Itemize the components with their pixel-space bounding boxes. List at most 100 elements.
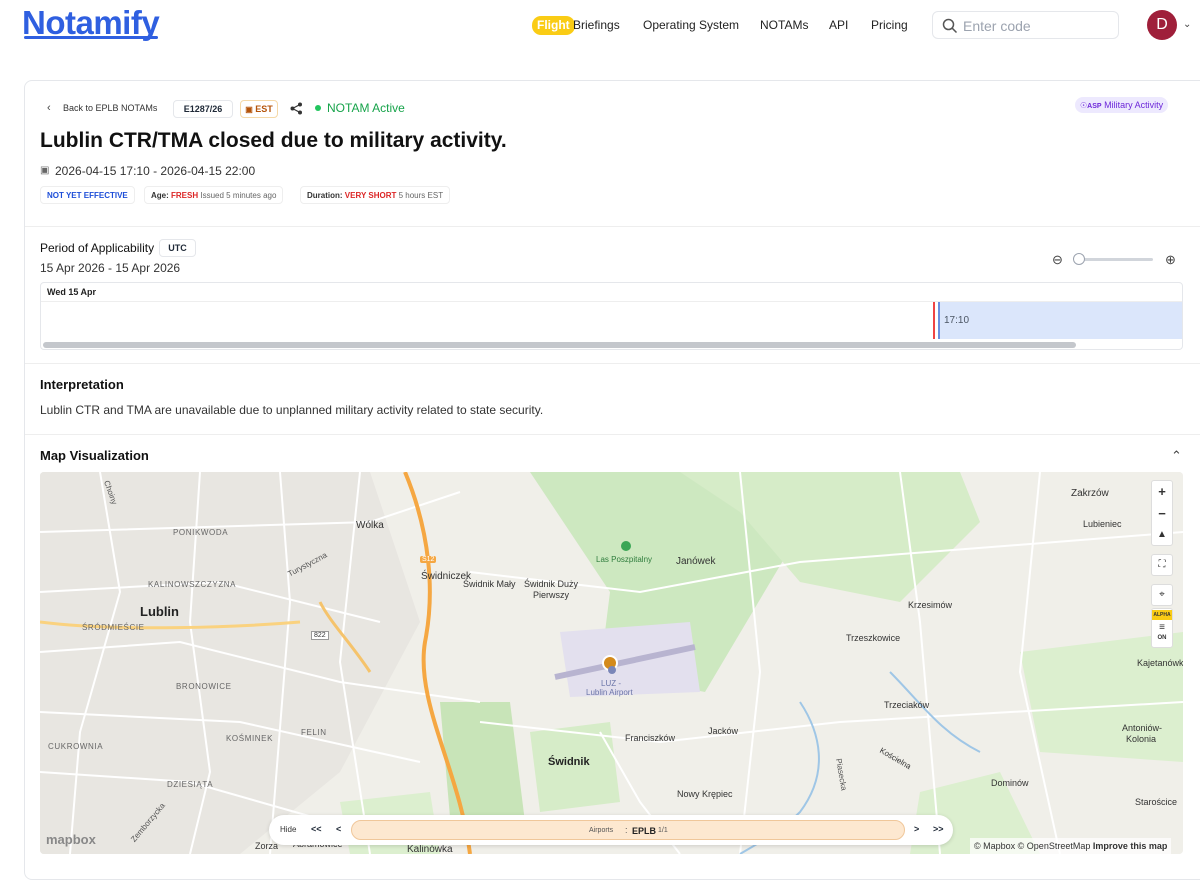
chevron-left-icon[interactable]: ‹	[47, 102, 51, 114]
utc-badge: UTC	[159, 239, 196, 257]
nav-operating-system[interactable]: Operating System	[643, 18, 739, 32]
road-shield-s12: S12	[420, 556, 437, 563]
map-label-franciszkow: Franciszków	[625, 733, 676, 743]
locate-icon[interactable]: ⌖	[1151, 584, 1173, 606]
airports-colon: :	[625, 825, 628, 835]
map-district-dziesiata: DZIESIĄTA	[167, 780, 214, 789]
playback-bar: Hide << < Airports : EPLB 1/1 > >>	[269, 815, 953, 845]
map-label-lubieniec: Lubieniec	[1083, 519, 1122, 529]
playback-next-button[interactable]: >	[914, 824, 919, 834]
map-label-zakrzow: Zakrzów	[1071, 488, 1109, 499]
map-district-srodmiescie: ŚRÓDMIEŚCIE	[82, 623, 145, 632]
map-label-swidnik-duzy: Świdnik Duży	[524, 579, 579, 589]
timezone-badge-label: EST	[255, 104, 273, 114]
map-zoom-out-button[interactable]: −	[1152, 503, 1172, 525]
map-label-pierwszy: Pierwszy	[533, 590, 570, 600]
attribution-mapbox[interactable]: © Mapbox	[974, 841, 1015, 851]
current-airport: EPLB	[632, 826, 657, 836]
timeline-header	[41, 283, 1182, 302]
nav-notams[interactable]: NOTAMs	[760, 18, 808, 32]
map-zoom-controls: + − ▲	[1151, 480, 1173, 546]
map-heading: Map Visualization	[40, 448, 149, 463]
nav-api[interactable]: API	[829, 18, 848, 32]
back-link[interactable]: Back to EPLB NOTAMs	[63, 103, 157, 113]
mapbox-logo[interactable]: mapbox	[46, 832, 96, 847]
zoom-out-icon[interactable]: ⊖	[1052, 252, 1063, 268]
map-label-zorza: Zorza	[255, 841, 279, 851]
map-label-jackow: Jacków	[708, 726, 739, 736]
flight-badge[interactable]: Flight	[532, 16, 575, 35]
attribution-improve[interactable]: Improve this map	[1093, 841, 1168, 851]
map-district-ponikwoda: PONIKWODA	[173, 528, 229, 537]
timeline-scrollbar[interactable]	[43, 342, 1076, 348]
date-range: 2026-04-15 17:10 - 2026-04-15 22:00	[55, 164, 256, 178]
slider-handle[interactable]	[1073, 253, 1085, 265]
category-label: Military Activity	[1104, 100, 1164, 110]
age-badge: Age: FRESH Issued 5 minutes ago	[144, 186, 284, 204]
map-district-cukrownia: CUKROWNIA	[48, 742, 104, 751]
layers-control[interactable]: ALPHA ≡ ON	[1151, 608, 1173, 648]
duration-badge: Duration: VERY SHORT 5 hours EST	[300, 186, 451, 204]
map-label-kalinowka: Kalinówka	[407, 844, 453, 854]
attribution-osm[interactable]: © OpenStreetMap	[1018, 841, 1091, 851]
airports-label: Airports	[589, 827, 614, 834]
playback-track[interactable]: Airports : EPLB 1/1	[351, 820, 905, 840]
map-label-trzeciakow: Trzeciaków	[884, 700, 930, 710]
top-navigation: Notamify Flight Briefings Operating Syst…	[0, 0, 1200, 50]
map-label-krzesimow: Krzesimów	[908, 600, 953, 610]
duration-detail: 5 hours EST	[398, 191, 444, 200]
road-shield-822: 822	[311, 631, 329, 640]
applicability-range: 15 Apr 2026 - 15 Apr 2026	[40, 261, 181, 275]
timeline-notam-bar[interactable]	[938, 302, 1182, 339]
divider	[25, 434, 1200, 435]
compass-icon[interactable]: ▲	[1152, 525, 1172, 545]
search-icon	[942, 18, 958, 34]
layers-icon: ≡	[1159, 622, 1165, 633]
map-label-nowy-krepiec: Nowy Krępiec	[677, 789, 733, 799]
map-district-felin: FELIN	[301, 728, 327, 737]
playback-prev-button[interactable]: <	[336, 824, 341, 834]
avatar[interactable]: D	[1147, 10, 1177, 40]
zoom-in-icon[interactable]: ⊕	[1165, 252, 1176, 268]
map-district-bronowice: BRONOWICE	[176, 682, 232, 691]
airport-count: 1/1	[658, 827, 668, 834]
duration-value: VERY SHORT	[344, 191, 397, 200]
playback-last-button[interactable]: >>	[933, 824, 944, 834]
calendar-icon: ▣	[245, 105, 253, 114]
logo-underline	[24, 36, 158, 39]
applicability-heading: Period of Applicability	[40, 241, 155, 255]
playback-first-button[interactable]: <<	[311, 824, 322, 834]
map-zoom-in-button[interactable]: +	[1152, 481, 1172, 503]
status-dot	[315, 105, 321, 111]
page-title: Lublin CTR/TMA closed due to military ac…	[40, 129, 507, 152]
nav-briefings[interactable]: Briefings	[573, 18, 620, 32]
nav-pricing[interactable]: Pricing	[871, 18, 908, 32]
map-label-staroscice: Starościce	[1135, 797, 1178, 807]
map[interactable]: Lublin Świdnik Wólka Świdniczek Świdnik …	[40, 472, 1183, 854]
share-icon[interactable]	[290, 102, 303, 115]
chevron-up-icon[interactable]: ⌃	[1171, 448, 1182, 464]
map-attribution: © Mapbox © OpenStreetMap Improve this ma…	[970, 838, 1172, 854]
alpha-label: ALPHA	[1152, 610, 1172, 620]
timezone-badge[interactable]: ▣ EST	[240, 100, 278, 118]
map-label-janowek: Janówek	[676, 556, 716, 567]
interpretation-text: Lublin CTR and TMA are unavailable due t…	[40, 403, 544, 417]
calendar-icon: ▣	[40, 165, 50, 176]
map-label-airport-code: LUZ -	[601, 679, 621, 688]
timeline-day-label: Wed 15 Apr	[47, 287, 97, 297]
map-label-airport-name: Lublin Airport	[586, 688, 633, 697]
age-detail: Issued 5 minutes ago	[200, 191, 277, 200]
chevron-down-icon[interactable]: ⌄	[1183, 19, 1191, 30]
notam-detail-card: ‹ Back to EPLB NOTAMs E1287/26 ▣ EST NOT…	[24, 80, 1200, 880]
duration-label: Duration:	[307, 191, 343, 200]
map-label-dominow: Dominów	[991, 778, 1029, 788]
divider	[25, 363, 1200, 364]
search-box[interactable]	[932, 11, 1119, 39]
playback-hide-button[interactable]: Hide	[280, 825, 296, 834]
map-label-lublin: Lublin	[140, 604, 179, 619]
timeline-zoom-slider[interactable]	[1073, 253, 1153, 265]
search-input[interactable]	[963, 16, 1113, 36]
fullscreen-icon[interactable]: ⛶	[1151, 554, 1173, 576]
timeline-start-time: 17:10	[944, 315, 970, 326]
timeline-now-marker	[933, 302, 935, 339]
